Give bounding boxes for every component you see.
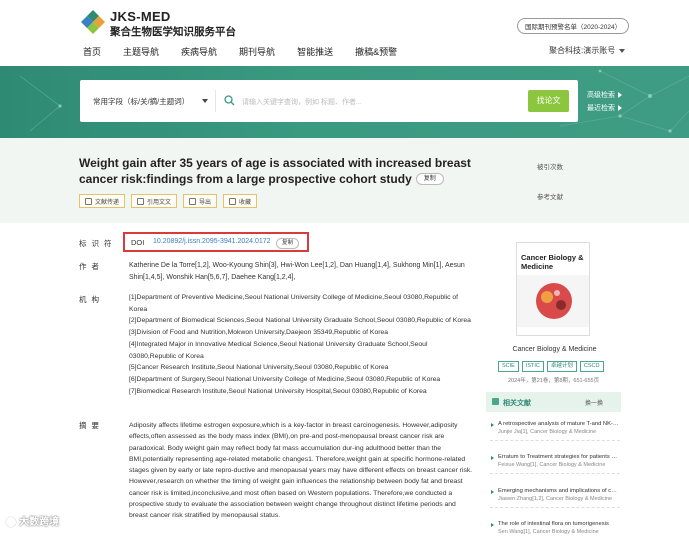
nav-retraction[interactable]: 撤稿&预警 xyxy=(355,45,397,58)
article-title-text: Weight gain after 35 years of age is ass… xyxy=(79,156,471,186)
cover-art-icon xyxy=(517,275,589,327)
refresh-button[interactable]: 换一换 xyxy=(585,398,603,407)
search-placeholder: 请输入关键字查询，例如 标题、作者... xyxy=(242,99,362,106)
main-nav: 首页 主题导航 疾病导航 期刊导航 智能推送 撤稿&预警 xyxy=(83,45,419,58)
cite-label: 引用文文 xyxy=(147,199,172,206)
user-menu[interactable]: 聚合科技:演示账号 xyxy=(549,45,626,56)
favorite-button[interactable]: 收藏 xyxy=(223,194,258,208)
advanced-search-label: 高级检索 xyxy=(587,92,615,99)
affiliation-item: [4]Integrated Major in Innovative Medica… xyxy=(129,340,428,360)
recent-search-label: 最近检索 xyxy=(587,105,615,112)
nav-journals[interactable]: 期刊导航 xyxy=(239,45,275,58)
arrow-right-icon xyxy=(618,92,622,99)
related-item[interactable]: Emerging mechanisms and implications of … xyxy=(490,488,620,508)
doi-link[interactable]: 10.20892/j.issn.2095-3941.2024.0172 xyxy=(153,238,271,245)
reference-count[interactable]: 参考文献 xyxy=(520,191,580,201)
related-item-source: Junjie Jia[1], Cancer Biology & Medicine xyxy=(498,429,597,435)
warning-list-badge[interactable]: 国际期刊预警名单（2020-2024） xyxy=(517,18,630,34)
author-list[interactable]: Katherine De la Torre[1,2], Woo-Kyoung S… xyxy=(129,260,474,283)
issue-meta: 2024年，第21卷，第8期，651-655页 xyxy=(508,378,600,384)
cite-button[interactable]: 引用文文 xyxy=(131,194,178,208)
copy-title-button[interactable]: 复制 xyxy=(415,173,444,186)
recent-search-link[interactable]: 最近检索 xyxy=(587,103,622,113)
watermark-text: 大数跨境 xyxy=(19,517,59,528)
arrow-right-icon xyxy=(618,105,622,112)
doi-key: DOI xyxy=(131,238,145,247)
related-item-source: Sen Wang[1], Cancer Biology & Medicine xyxy=(498,529,599,535)
nav-push[interactable]: 智能推送 xyxy=(297,45,333,58)
affiliation-item: [6]Department of Surgery,Seoul National … xyxy=(129,375,441,383)
journal-cover[interactable]: Cancer Biology & Medicine xyxy=(516,242,590,336)
quote-icon xyxy=(137,197,145,205)
divider xyxy=(490,473,620,474)
site-header: JKS-MED 聚合生物医学知识服务平台 国际期刊预警名单（2020-2024）… xyxy=(0,0,689,66)
tag-cscd: CSCD xyxy=(579,361,604,372)
chevron-down-icon xyxy=(619,48,626,53)
article-title: Weight gain after 35 years of age is ass… xyxy=(79,156,489,187)
divider xyxy=(490,440,620,441)
export-button[interactable]: 导出 xyxy=(183,194,218,208)
affiliation-item: [2]Department of Biomedical Sciences,Seo… xyxy=(129,317,471,325)
related-item-title[interactable]: A retrospective analysis of mature T-and… xyxy=(490,421,620,427)
nav-diseases[interactable]: 疾病导航 xyxy=(181,45,217,58)
related-item[interactable]: A retrospective analysis of mature T-and… xyxy=(490,421,620,441)
brand-name-cn[interactable]: 聚合生物医学知识服务平台 xyxy=(110,24,236,39)
search-box: 常用字段（标/关/摘/主题词） 请输入关键字查询，例如 标题、作者... 找论文 xyxy=(80,80,578,122)
identifier-label: 标识符 xyxy=(79,239,117,248)
watermark-icon xyxy=(6,517,16,528)
chevron-down-icon[interactable] xyxy=(202,99,208,103)
star-icon xyxy=(229,197,237,205)
related-item-title[interactable]: The role of intestinal flora on tumorige… xyxy=(490,521,620,527)
related-header: 相关文献 换一换 xyxy=(486,392,621,412)
index-tags: SCIE ISTIC 卓越计划 CSCD xyxy=(498,361,607,372)
affiliation-item: [1]Department of Preventive Medicine,Seo… xyxy=(129,294,459,313)
search-button[interactable]: 找论文 xyxy=(528,90,569,112)
related-item-source: Feixue Wang[1], Cancer Biology & Medicin… xyxy=(498,462,606,468)
nav-home[interactable]: 首页 xyxy=(83,45,101,58)
citation-count[interactable]: 被引次数 xyxy=(520,161,580,171)
tag-excellence: 卓越计划 xyxy=(546,361,577,372)
affiliations-label: 机构 xyxy=(79,295,104,304)
article-actions: 文献传递 引用文文 导出 收藏 xyxy=(79,194,263,208)
document-delivery-button[interactable]: 文献传递 xyxy=(79,194,126,208)
nav-topics[interactable]: 主题导航 xyxy=(123,45,159,58)
advanced-search-link[interactable]: 高级检索 xyxy=(587,90,622,100)
related-item[interactable]: Erratum to Treatment strategies for pati… xyxy=(490,454,620,474)
brand-logo-icon[interactable] xyxy=(80,9,106,35)
export-label: 导出 xyxy=(199,199,212,206)
affiliation-list: [1]Department of Preventive Medicine,Seo… xyxy=(129,292,474,397)
document-icon xyxy=(492,398,499,405)
export-icon xyxy=(189,197,197,205)
document-icon xyxy=(85,197,92,205)
document-delivery-label: 文献传递 xyxy=(95,199,120,206)
related-title: 相关文献 xyxy=(503,400,531,407)
affiliation-item: [5]Cancer Research Institute,Seoul Natio… xyxy=(129,364,389,372)
cover-title: Cancer Biology & Medicine xyxy=(521,253,584,271)
related-item-title[interactable]: Erratum to Treatment strategies for pati… xyxy=(490,454,620,460)
brand-name-en[interactable]: JKS-MED xyxy=(110,9,171,24)
search-icon xyxy=(224,95,235,106)
watermark: 大数跨境 xyxy=(6,513,59,528)
favorite-label: 收藏 xyxy=(239,199,252,206)
divider xyxy=(490,507,620,508)
related-item-source: Jiawen Zhang[1,2], Cancer Biology & Medi… xyxy=(498,496,613,502)
abstract-label: 摘要 xyxy=(79,421,104,430)
user-name: 聚合科技:演示账号 xyxy=(549,46,616,55)
journal-name[interactable]: Cancer Biology & Medicine xyxy=(497,346,612,353)
search-input[interactable]: 请输入关键字查询，例如 标题、作者... xyxy=(215,90,525,112)
authors-label: 作者 xyxy=(79,262,104,271)
affiliation-item: [7]Biomedical Research Institute,Seoul N… xyxy=(129,387,427,395)
related-item[interactable]: The role of intestinal flora on tumorige… xyxy=(490,521,620,535)
abstract-text: Adiposity affects lifetime estrogen expo… xyxy=(129,422,473,520)
related-item-title[interactable]: Emerging mechanisms and implications of … xyxy=(490,488,620,494)
tag-istic: ISTIC xyxy=(521,361,544,372)
copy-doi-button[interactable]: 复制 xyxy=(276,238,300,249)
tag-scie: SCIE xyxy=(498,361,519,372)
affiliation-item: [3]Division of Food and Nutrition,Mokwon… xyxy=(129,329,389,337)
search-field-select[interactable]: 常用字段（标/关/摘/主题词） xyxy=(93,96,189,107)
doi-highlight: DOI 10.20892/j.issn.2095-3941.2024.0172 … xyxy=(123,232,309,252)
